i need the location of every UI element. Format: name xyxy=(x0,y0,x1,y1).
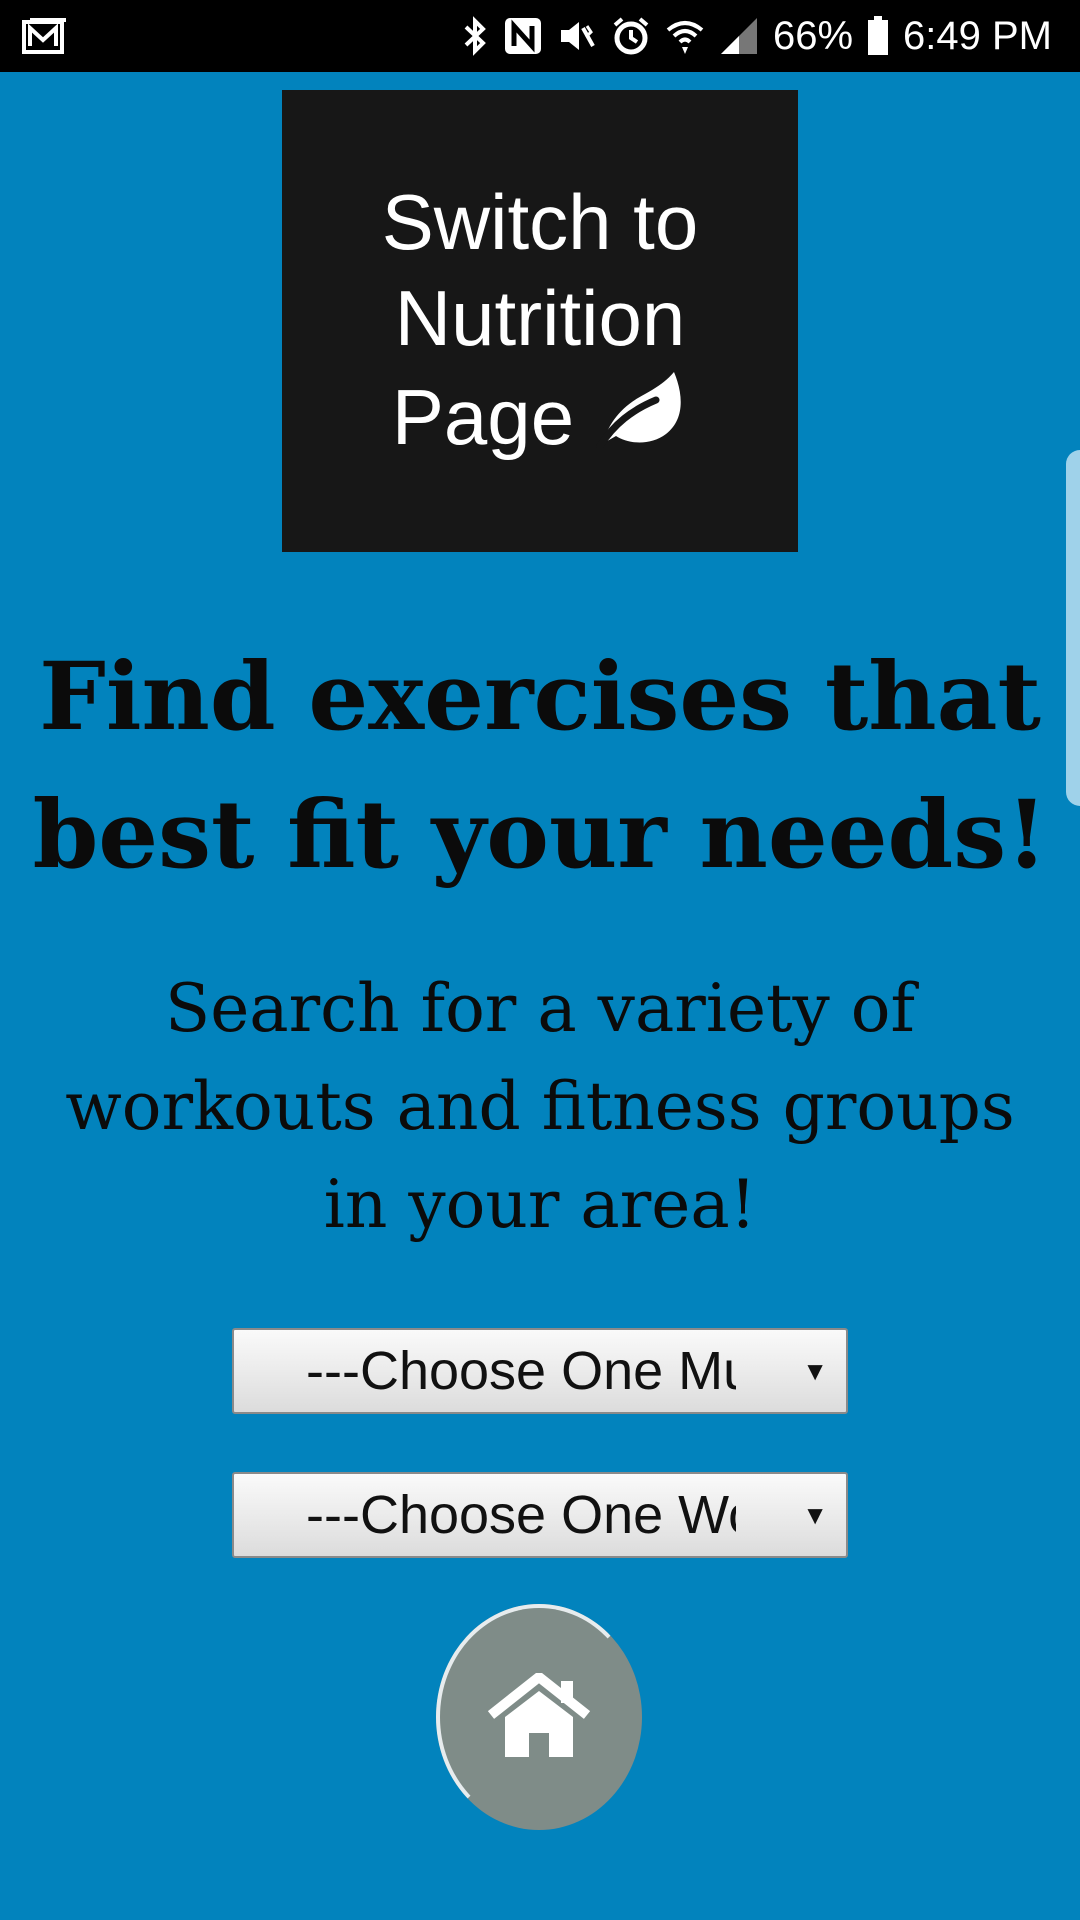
switch-to-nutrition-button[interactable]: Switch to Nutrition Page xyxy=(282,90,798,552)
dropdown-arrow-icon: ▼ xyxy=(802,1355,828,1386)
page-subtitle: Search for a variety of workouts and fit… xyxy=(30,960,1050,1254)
battery-percent: 66% xyxy=(772,13,854,58)
page-title-line2: best fit your needs! xyxy=(32,780,1048,890)
alarm-icon xyxy=(611,16,651,56)
clock: 6:49 PM xyxy=(903,13,1052,58)
subtitle-line1: Search for a variety of xyxy=(165,970,915,1047)
subtitle-line2: workouts and fitness groups xyxy=(65,1068,1015,1145)
home-button[interactable] xyxy=(436,1604,642,1830)
bluetooth-icon xyxy=(463,15,489,57)
status-bar: 66% 6:49 PM xyxy=(0,0,1080,72)
workout-select[interactable]: ---Choose One Wo ▼ xyxy=(232,1472,848,1558)
battery-icon xyxy=(867,16,889,56)
wifi-icon xyxy=(665,16,705,56)
muscle-select-value: ---Choose One Mu xyxy=(306,1341,736,1401)
signal-icon xyxy=(719,16,759,56)
app-screen: 66% 6:49 PM Switch to Nutrition Page Fin… xyxy=(0,0,1080,1920)
home-icon xyxy=(487,1670,591,1762)
dropdown-arrow-icon: ▼ xyxy=(802,1499,828,1530)
muscle-select[interactable]: ---Choose One Mu ▼ xyxy=(232,1328,848,1414)
page-title-line1: Find exercises that xyxy=(39,642,1041,752)
switch-button-line3: Page xyxy=(391,373,575,461)
leaf-icon xyxy=(594,366,688,469)
switch-button-line3-wrap: Page xyxy=(392,366,688,469)
edge-panel-handle[interactable] xyxy=(1066,450,1080,806)
page-title: Find exercises that best fit your needs! xyxy=(30,628,1050,904)
switch-button-line2: Nutrition xyxy=(394,273,686,362)
vibrate-icon xyxy=(557,16,597,56)
nfc-icon xyxy=(503,16,543,56)
subtitle-line3: in your area! xyxy=(323,1166,757,1243)
gmail-icon xyxy=(22,16,68,56)
workout-select-value: ---Choose One Wo xyxy=(306,1485,736,1545)
switch-button-line1: Switch to xyxy=(381,177,699,266)
